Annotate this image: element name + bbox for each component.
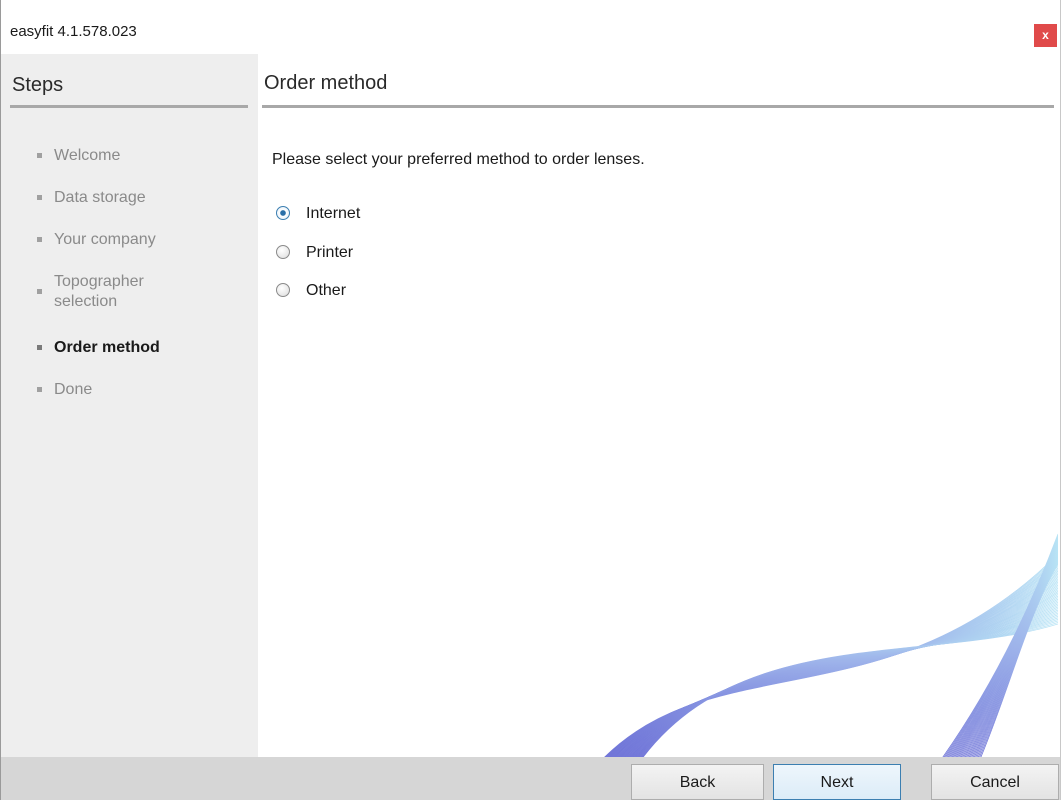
step-label: Done [54,381,93,398]
sidebar-title: Steps [12,74,64,96]
step-item-welcome: Welcome [37,146,254,166]
back-button[interactable]: Back [631,764,764,800]
main-panel: Order method Please select your preferre… [258,54,1060,757]
step-item-data-storage: Data storage [37,188,254,208]
radio-unchecked-icon[interactable] [276,283,290,297]
step-label: Order method [54,339,160,356]
step-label: Topographer selection [54,273,144,310]
window-title: easyfit 4.1.578.023 [10,23,137,40]
steps-sidebar: Steps Welcome Data storage Your company … [1,54,258,757]
option-label[interactable]: Printer [306,244,353,262]
step-item-done: Done [37,380,254,400]
step-item-topographer-selection: Topographer selection [37,272,184,312]
cancel-button[interactable]: Cancel [931,764,1059,800]
step-item-your-company: Your company [37,230,254,250]
step-item-order-method: Order method [37,338,254,358]
decorative-wave-graphic [604,533,1058,757]
radio-checked-icon[interactable] [276,206,290,220]
bullet-icon [37,345,42,350]
radio-unchecked-icon[interactable] [276,245,290,259]
bullet-icon [37,387,42,392]
sidebar-divider [10,105,248,108]
close-button[interactable]: x [1034,24,1057,47]
bullet-icon [37,195,42,200]
option-label[interactable]: Internet [306,205,360,223]
instruction-text: Please select your preferred method to o… [272,151,645,168]
step-label: Data storage [54,189,146,206]
next-button[interactable]: Next [773,764,901,800]
step-label: Welcome [54,147,121,164]
step-label: Your company [54,231,156,248]
bullet-icon [37,237,42,242]
bullet-icon [37,153,42,158]
title-divider [262,105,1054,108]
page-title: Order method [264,72,388,94]
wizard-window: easyfit 4.1.578.023 x Steps Welcome Data… [0,0,1061,800]
title-bar: easyfit 4.1.578.023 x [1,0,1060,54]
button-bar [1,757,1060,800]
bullet-icon [37,289,42,294]
option-label[interactable]: Other [306,282,346,300]
